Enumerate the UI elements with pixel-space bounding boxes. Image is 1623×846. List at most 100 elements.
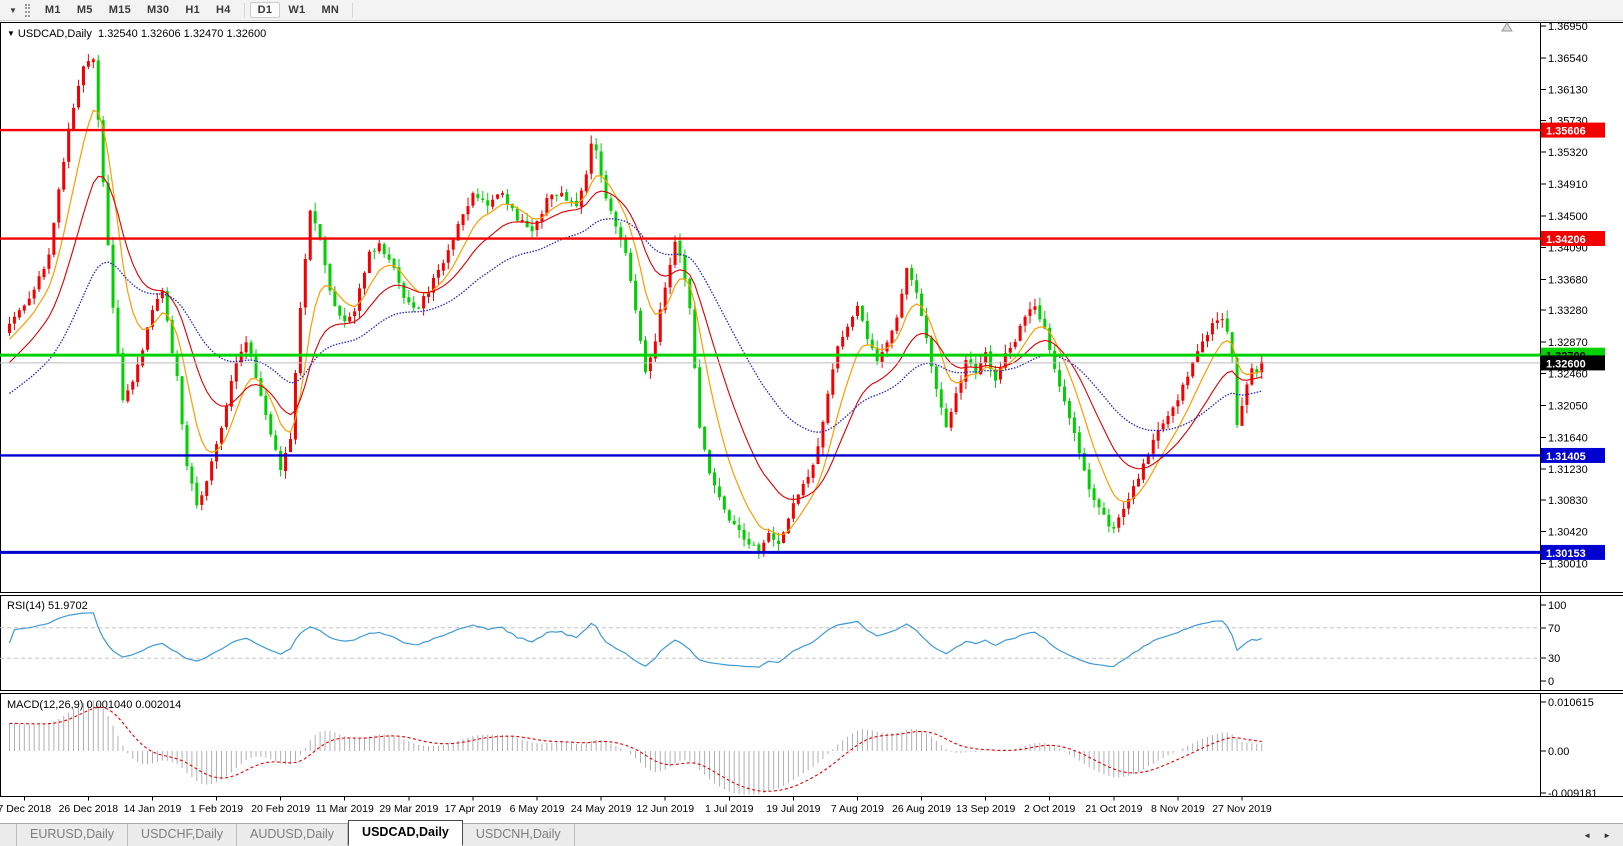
candle-body (915, 280, 919, 293)
candle-body (96, 60, 100, 120)
candle-body (619, 227, 623, 239)
candle-body (865, 321, 869, 340)
candle-body (1058, 370, 1062, 387)
price-tick-label: 1.33280 (1548, 305, 1588, 317)
candle-body (116, 307, 120, 354)
candle-body (599, 151, 603, 176)
chart-tab-eurusd[interactable]: EURUSD,Daily (16, 824, 129, 846)
candle-body (501, 193, 504, 195)
candle-body (1176, 400, 1180, 407)
macd-tick-label: -0.009181 (1548, 788, 1598, 800)
candle-body (1136, 478, 1140, 487)
candle-body (496, 194, 500, 199)
candle-body (180, 376, 184, 425)
candle-body (274, 435, 278, 450)
candle-body (949, 411, 953, 428)
candle-body (1235, 357, 1239, 426)
chart-shift-marker-icon[interactable] (1501, 22, 1513, 32)
candle-body (269, 414, 273, 435)
timeframe-button-h4[interactable]: H4 (208, 2, 239, 18)
candle-body (929, 338, 933, 367)
tabs-scroll-right-icon[interactable]: ► (1603, 831, 1611, 840)
price-tick-label: 1.36950 (1548, 21, 1588, 33)
candle-body (530, 226, 534, 232)
candle-body (338, 305, 342, 316)
candle-body (200, 495, 204, 505)
candle-body (387, 254, 391, 260)
candle-body (920, 293, 924, 317)
candle-body (37, 276, 41, 290)
timeframe-button-mn[interactable]: MN (313, 2, 347, 18)
title-collapse-icon[interactable]: ▼ (7, 29, 15, 38)
timeframe-button-w1[interactable]: W1 (280, 2, 313, 18)
price-axis[interactable]: 1.369501.365401.361301.357301.353201.349… (1541, 21, 1588, 571)
price-tick-label: 1.30010 (1548, 559, 1588, 571)
candle-body (821, 421, 825, 448)
candle-body (934, 366, 938, 390)
chart-ohlc-values: 1.32540 1.32606 1.32470 1.32600 (98, 28, 267, 40)
timeframe-button-h1[interactable]: H1 (177, 2, 208, 18)
candle-body (412, 302, 416, 308)
date-axis[interactable]: 7 Dec 2018 26 Dec 2018 14 Jan 2019 1 Feb 20… (0, 796, 1272, 816)
candle-body (831, 369, 835, 395)
candle-body (1151, 439, 1155, 454)
candle-body (609, 198, 613, 211)
candle-body (570, 200, 574, 202)
candle-body (1102, 507, 1106, 515)
toolbar-dropdown-icon[interactable]: ▼ (3, 4, 23, 17)
rsi-tick-label: 30 (1548, 653, 1560, 665)
candle-body (1053, 350, 1057, 370)
candle-body (1107, 514, 1111, 527)
candle-body (1191, 361, 1195, 377)
toolbar-grip-handle[interactable] (24, 3, 30, 17)
candle-body (343, 315, 347, 322)
candle-body (131, 381, 135, 390)
timeframe-button-m30[interactable]: M30 (139, 2, 177, 18)
candle-body (155, 298, 159, 311)
candle-body (1117, 517, 1121, 528)
candle-body (841, 336, 845, 347)
candle-body (372, 250, 376, 252)
candle-body (742, 529, 746, 540)
candle-body (81, 66, 85, 86)
candle-body (565, 192, 569, 201)
candle-body (382, 244, 386, 255)
candle-body (1087, 469, 1091, 490)
candle-body (205, 481, 209, 496)
date-tick-label: 27 Nov 2019 (1212, 803, 1272, 815)
ma-18-line (9, 175, 1262, 500)
candle-body (1028, 309, 1032, 316)
candle-body (520, 220, 524, 222)
date-tick-label: 7 Aug 2019 (831, 803, 884, 815)
candle-body (1072, 417, 1076, 434)
candle-body (703, 426, 707, 450)
date-tick-label: 14 Jan 2019 (124, 803, 182, 815)
candle-body (224, 405, 228, 427)
chart-canvas[interactable]: 1.369501.365401.361301.357301.353201.349… (0, 0, 1623, 846)
candle-body (1018, 325, 1022, 341)
candle-body (441, 263, 445, 271)
current-price-tag: 1.32600 (1541, 355, 1605, 371)
candle-body (693, 309, 697, 369)
chart-tab-usdcad[interactable]: USDCAD,Daily (348, 820, 463, 846)
candle-body (939, 389, 943, 408)
candle-body (1225, 318, 1229, 332)
timeframe-button-d1[interactable]: D1 (249, 2, 281, 18)
timeframe-button-m5[interactable]: M5 (69, 2, 101, 18)
candle-body (491, 199, 495, 207)
hline-price-tag-label: 1.35606 (1546, 126, 1586, 138)
timeframe-button-m15[interactable]: M15 (101, 2, 139, 18)
chart-tab-usdchf[interactable]: USDCHF,Daily (128, 824, 237, 846)
candle-body (417, 307, 421, 309)
candle-body (846, 326, 850, 337)
macd-indicator-label: MACD(12,26,9) 0.001040 0.002014 (7, 699, 182, 711)
candle-body (1205, 335, 1209, 342)
tabs-scroll-left-icon[interactable]: ◄ (1583, 831, 1591, 840)
candle-body (698, 367, 702, 428)
chart-tab-usdcnh[interactable]: USDCNH,Daily (463, 824, 575, 846)
chart-tab-audusd[interactable]: AUDUSD,Daily (237, 824, 349, 846)
candle-body (353, 311, 357, 317)
candle-body (880, 351, 884, 362)
candle-body (1033, 306, 1037, 310)
timeframe-button-m1[interactable]: M1 (37, 2, 69, 18)
